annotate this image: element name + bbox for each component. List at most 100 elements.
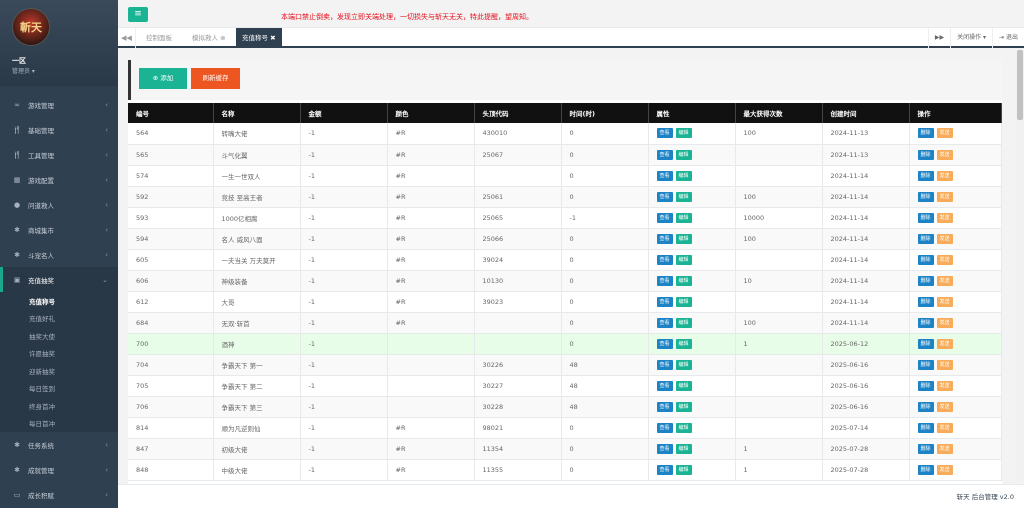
submenu-item[interactable]: 许愿抽奖 xyxy=(0,345,118,363)
send-button[interactable]: 发送 xyxy=(936,443,953,454)
sidebar-item[interactable]: ▦ 游戏配置 ‹ xyxy=(0,167,118,192)
edit-button[interactable]: 编辑 xyxy=(675,191,692,202)
edit-button[interactable]: 编辑 xyxy=(675,359,692,370)
delete-button[interactable]: 删除 xyxy=(917,380,934,391)
column-header[interactable]: 名称 xyxy=(213,103,301,123)
delete-button[interactable]: 删除 xyxy=(917,464,934,475)
edit-button[interactable]: 编辑 xyxy=(675,422,692,433)
send-button[interactable]: 发送 xyxy=(936,401,953,412)
sidebar-item[interactable]: ✱ 任务系统 ‹ xyxy=(0,432,118,457)
send-button[interactable]: 发送 xyxy=(936,317,953,328)
view-button[interactable]: 查看 xyxy=(656,359,673,370)
submenu-item[interactable]: 充值好礼 xyxy=(0,310,118,328)
submenu-item[interactable]: 每日首冲 xyxy=(0,415,118,433)
column-header[interactable]: 操作 xyxy=(909,103,1002,123)
view-button[interactable]: 查看 xyxy=(656,149,673,160)
tab-dashboard[interactable]: 控制面板 xyxy=(140,28,178,48)
send-button[interactable]: 发送 xyxy=(936,380,953,391)
column-header[interactable]: 最大获得次数 xyxy=(735,103,823,123)
add-button[interactable]: ⊕ 添加 xyxy=(139,68,187,89)
view-button[interactable]: 查看 xyxy=(656,233,673,244)
edit-button[interactable]: 编辑 xyxy=(675,443,692,454)
send-button[interactable]: 发送 xyxy=(936,149,953,160)
edit-button[interactable]: 编辑 xyxy=(675,380,692,391)
delete-button[interactable]: 删除 xyxy=(917,170,934,181)
submenu-item[interactable]: 迎新抽奖 xyxy=(0,362,118,380)
submenu-item[interactable]: 抽奖大使 xyxy=(0,327,118,345)
delete-button[interactable]: 删除 xyxy=(917,401,934,412)
column-header[interactable]: 创建时间 xyxy=(822,103,910,123)
view-button[interactable]: 查看 xyxy=(656,296,673,307)
column-header[interactable]: 时间(时) xyxy=(561,103,649,123)
view-button[interactable]: 查看 xyxy=(656,170,673,181)
send-button[interactable]: 发送 xyxy=(936,233,953,244)
delete-button[interactable]: 删除 xyxy=(917,128,934,139)
sidebar-item[interactable]: ▭ 成长积赋 ‹ xyxy=(0,482,118,507)
send-button[interactable]: 发送 xyxy=(936,422,953,433)
delete-button[interactable]: 删除 xyxy=(917,338,934,349)
sidebar-item[interactable]: 🍴 工具管理 ‹ xyxy=(0,142,118,167)
delete-button[interactable]: 删除 xyxy=(917,422,934,433)
tab-rescue[interactable]: 模拟救人 ⊗ xyxy=(186,28,232,48)
delete-button[interactable]: 删除 xyxy=(917,275,934,286)
view-button[interactable]: 查看 xyxy=(656,401,673,412)
edit-button[interactable]: 编辑 xyxy=(675,212,692,223)
delete-button[interactable]: 删除 xyxy=(917,149,934,160)
submenu-item[interactable]: 终身首冲 xyxy=(0,397,118,415)
delete-button[interactable]: 删除 xyxy=(917,212,934,223)
view-button[interactable]: 查看 xyxy=(656,191,673,202)
delete-button[interactable]: 删除 xyxy=(917,254,934,265)
sidebar-item[interactable]: ✱ 商城集市 ‹ xyxy=(0,217,118,242)
edit-button[interactable]: 编辑 xyxy=(675,464,692,475)
view-button[interactable]: 查看 xyxy=(656,275,673,286)
view-button[interactable]: 查看 xyxy=(656,422,673,433)
edit-button[interactable]: 编辑 xyxy=(675,128,692,139)
delete-button[interactable]: 删除 xyxy=(917,191,934,202)
view-button[interactable]: 查看 xyxy=(656,317,673,328)
avatar[interactable]: 斬天 xyxy=(12,8,50,46)
send-button[interactable]: 发送 xyxy=(936,296,953,307)
edit-button[interactable]: 编辑 xyxy=(675,317,692,328)
delete-button[interactable]: 删除 xyxy=(917,359,934,370)
send-button[interactable]: 发送 xyxy=(936,191,953,202)
send-button[interactable]: 发送 xyxy=(936,275,953,286)
edit-button[interactable]: 编辑 xyxy=(675,338,692,349)
send-button[interactable]: 发送 xyxy=(936,212,953,223)
delete-button[interactable]: 删除 xyxy=(917,233,934,244)
delete-button[interactable]: 删除 xyxy=(917,443,934,454)
edit-button[interactable]: 编辑 xyxy=(675,296,692,307)
view-button[interactable]: 查看 xyxy=(656,443,673,454)
edit-button[interactable]: 编辑 xyxy=(675,275,692,286)
tab-scroll-left-icon[interactable]: ◀◀ xyxy=(118,28,136,48)
edit-button[interactable]: 编辑 xyxy=(675,170,692,181)
sidebar-item[interactable]: ✱ 成就管理 ‹ xyxy=(0,457,118,482)
view-button[interactable]: 查看 xyxy=(656,464,673,475)
logout-button[interactable]: ⇥ 退出 xyxy=(992,28,1024,48)
menu-toggle-button[interactable]: ≡ xyxy=(128,7,148,22)
send-button[interactable]: 发送 xyxy=(936,170,953,181)
tab-scroll-right-icon[interactable]: ▶▶ xyxy=(927,28,950,48)
submenu-item[interactable]: 每日签到 xyxy=(0,380,118,398)
send-button[interactable]: 发送 xyxy=(936,338,953,349)
column-header[interactable]: 头顶代码 xyxy=(474,103,562,123)
edit-button[interactable]: 编辑 xyxy=(675,401,692,412)
column-header[interactable]: 金额 xyxy=(300,103,388,123)
view-button[interactable]: 查看 xyxy=(656,254,673,265)
sidebar-item[interactable]: ∞ 游戏管理 ‹ xyxy=(0,92,118,117)
column-header[interactable]: 属性 xyxy=(648,103,736,123)
view-button[interactable]: 查看 xyxy=(656,338,673,349)
send-button[interactable]: 发送 xyxy=(936,254,953,265)
view-button[interactable]: 查看 xyxy=(656,380,673,391)
view-button[interactable]: 查看 xyxy=(656,128,673,139)
sidebar-item[interactable]: 🍴 基础管理 ‹ xyxy=(0,117,118,142)
delete-button[interactable]: 删除 xyxy=(917,296,934,307)
send-button[interactable]: 发送 xyxy=(936,128,953,139)
edit-button[interactable]: 编辑 xyxy=(675,233,692,244)
tab-recharge-title[interactable]: 充值称号 ✖ xyxy=(236,28,282,48)
delete-button[interactable]: 删除 xyxy=(917,317,934,328)
close-operations-dropdown[interactable]: 关闭操作 ▾ xyxy=(950,28,992,48)
sidebar-item[interactable]: ● 问道救人 ‹ xyxy=(0,192,118,217)
view-button[interactable]: 查看 xyxy=(656,212,673,223)
send-button[interactable]: 发送 xyxy=(936,359,953,370)
sidebar-item[interactable]: ✱ 斗宠名人 ‹ xyxy=(0,242,118,267)
